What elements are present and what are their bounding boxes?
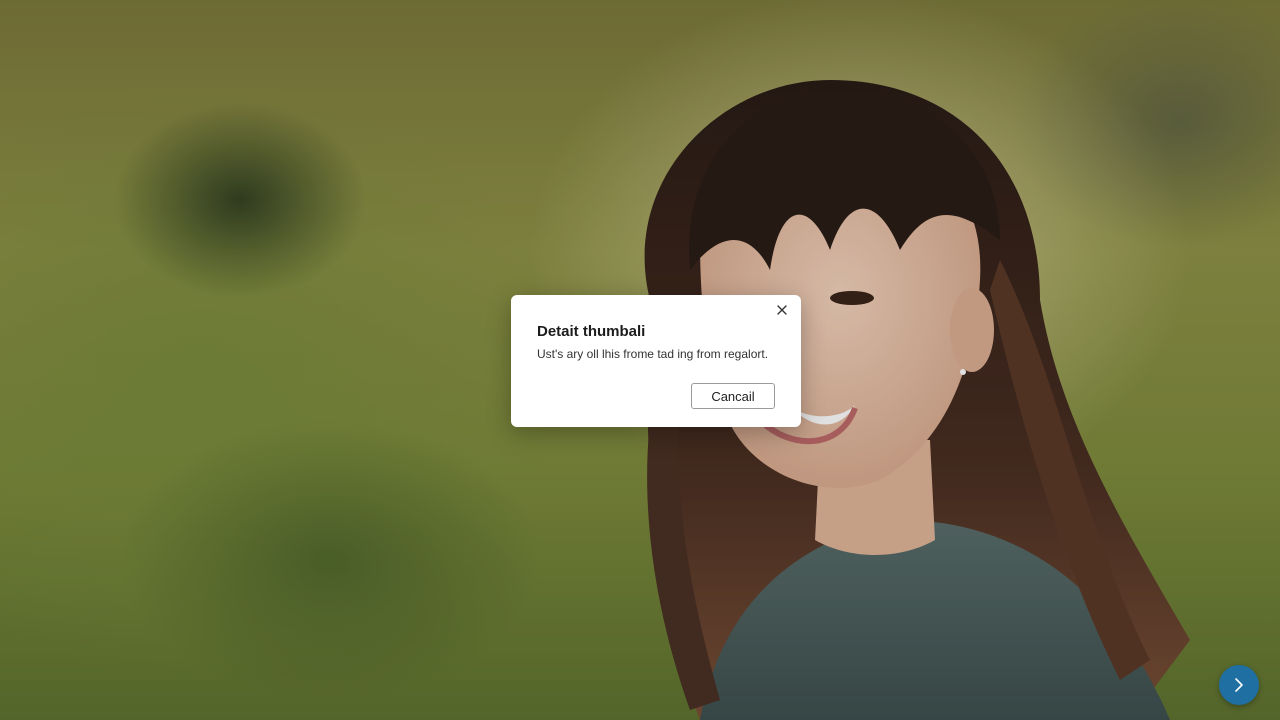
dialog-close-button[interactable] (773, 301, 791, 319)
dialog-message: Ust's ary oll lhis frome tad ing from re… (537, 347, 769, 361)
cancel-button[interactable]: Cancail (691, 383, 775, 409)
close-icon (777, 305, 787, 315)
image-viewer: Detait thumbali Ust's ary oll lhis frome… (0, 0, 1280, 720)
next-button[interactable] (1219, 665, 1259, 705)
dialog-title: Detait thumbali (537, 323, 646, 340)
chevron-right-icon (1235, 678, 1243, 692)
thumbnail-dialog: Detait thumbali Ust's ary oll lhis frome… (511, 295, 801, 427)
